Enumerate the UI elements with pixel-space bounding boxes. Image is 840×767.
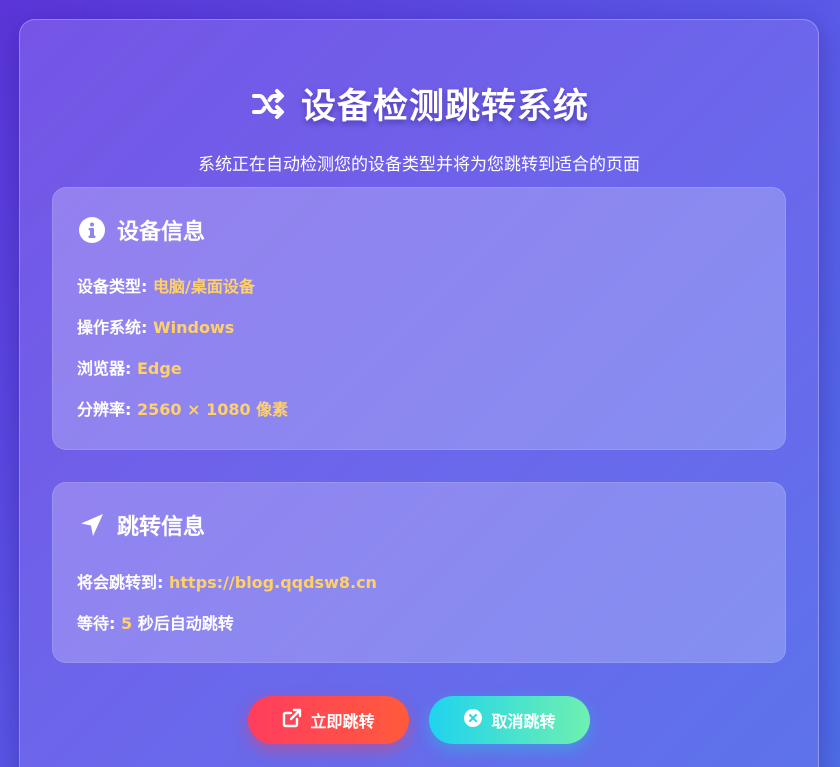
resolution-value: 2560 × 1080 像素: [136, 400, 289, 419]
shuffle-icon: [249, 84, 289, 124]
countdown-row: 等待: 5 秒后自动跳转: [77, 610, 234, 634]
device-info-heading-row: 设备信息: [77, 214, 205, 246]
resolution-label: 分辨率:: [77, 400, 137, 419]
device-type-row: 设备类型: 电脑/桌面设备: [77, 273, 255, 297]
resolution-row: 分辨率: 2560 × 1080 像素: [77, 396, 288, 420]
redirect-target-url[interactable]: https://blog.qqdsw8.cn: [169, 573, 377, 592]
browser-row: 浏览器: Edge: [77, 355, 182, 379]
os-label: 操作系统:: [77, 318, 153, 337]
device-type-label: 设备类型:: [77, 277, 153, 296]
redirect-now-label: 立即跳转: [310, 712, 375, 731]
location-arrow-icon: [77, 510, 107, 540]
redirect-target-row: 将会跳转到: https://blog.qqdsw8.cn: [77, 569, 377, 593]
cancel-redirect-label: 取消跳转: [491, 712, 556, 731]
redirect-now-button[interactable]: 立即跳转: [248, 696, 409, 744]
device-info-heading: 设备信息: [117, 220, 206, 245]
close-circle-icon: [463, 708, 483, 732]
external-link-icon: [282, 708, 302, 732]
cancel-redirect-button[interactable]: 取消跳转: [429, 696, 590, 744]
os-value: Windows: [152, 318, 235, 337]
device-type-value: 电脑/桌面设备: [152, 277, 255, 296]
page-title: 设备检测跳转系统: [300, 87, 589, 127]
browser-label: 浏览器:: [77, 359, 137, 378]
browser-value: Edge: [136, 359, 182, 378]
wait-label: 等待:: [77, 614, 121, 633]
header: 设备检测跳转系统: [20, 78, 818, 129]
redirect-info-heading: 跳转信息: [117, 515, 206, 540]
countdown-value: 5: [120, 614, 133, 633]
redirect-target-label: 将会跳转到:: [77, 573, 169, 592]
device-info-panel: 设备信息 设备类型: 电脑/桌面设备 操作系统: Windows 浏览器: Ed…: [52, 187, 786, 450]
os-row: 操作系统: Windows: [77, 314, 234, 338]
page-subtitle: 系统正在自动检测您的设备类型并将为您跳转到适合的页面: [198, 155, 640, 175]
redirect-info-panel: 跳转信息 将会跳转到: https://blog.qqdsw8.cn 等待: 5…: [52, 482, 786, 663]
redirect-info-heading-row: 跳转信息: [77, 509, 205, 541]
wait-suffix: 秒后自动跳转: [132, 614, 234, 633]
info-circle-icon: [77, 215, 107, 245]
